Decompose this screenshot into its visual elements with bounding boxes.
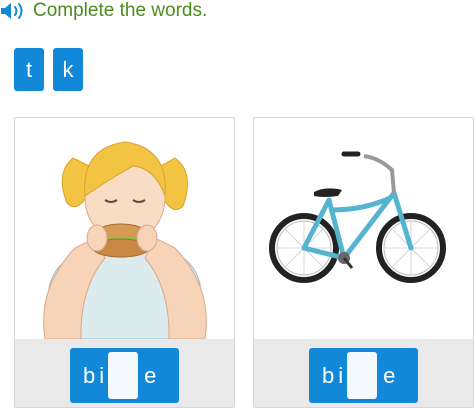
word-letter: b <box>83 362 96 388</box>
word-letter: i <box>338 362 344 388</box>
word-card-bike: b i e <box>253 117 474 408</box>
girl-eating-sandwich-image <box>43 141 207 339</box>
instruction-text: Complete the words. <box>33 0 208 21</box>
letter-drop-slot[interactable] <box>347 352 378 399</box>
letter-tiles: t k <box>14 48 83 91</box>
speaker-icon[interactable] <box>0 1 26 21</box>
answer-footer: b i e <box>254 339 473 407</box>
word-letter: e <box>144 362 157 388</box>
letter-tile-k[interactable]: k <box>53 48 83 91</box>
word-box: b i e <box>309 348 418 403</box>
word-letter: e <box>383 362 396 388</box>
answer-footer: b i e <box>15 339 234 407</box>
header: Complete the words. <box>0 0 474 24</box>
word-letter: b <box>322 362 335 388</box>
letter-tile-t[interactable]: t <box>14 48 44 91</box>
word-letter: i <box>99 362 105 388</box>
letter-drop-slot[interactable] <box>108 352 139 399</box>
word-box: b i e <box>70 348 179 403</box>
word-card-bite: b i e <box>14 117 235 408</box>
bicycle-image <box>269 151 446 283</box>
